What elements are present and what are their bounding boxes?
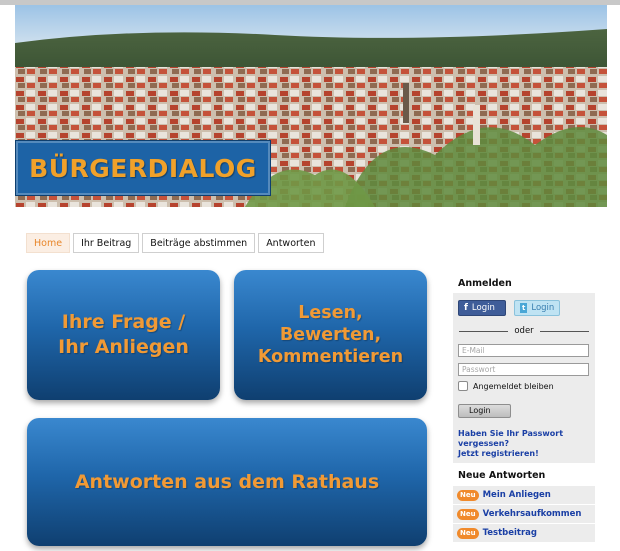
- answer-link[interactable]: Verkehrsaufkommen: [483, 509, 582, 519]
- tab-home[interactable]: Home: [26, 233, 71, 253]
- login-panel: f Login t Login oder Angemeldet bleiben …: [453, 293, 595, 463]
- ask-question-tile[interactable]: Ihre Frage / Ihr Anliegen: [27, 270, 220, 400]
- new-badge: Neu: [457, 527, 479, 539]
- account-links: Haben Sie Ihr Passwort vergessen? Jetzt …: [458, 429, 570, 459]
- answer-link[interactable]: Mein Anliegen: [483, 490, 551, 500]
- read-rate-comment-label: Lesen, Bewerten, Kommentieren: [257, 303, 404, 367]
- facebook-login-label: Login: [471, 302, 495, 313]
- twitter-login-label: Login: [531, 302, 555, 313]
- tab-ihr-beitrag[interactable]: Ihr Beitrag: [73, 233, 140, 253]
- site-title: BÜRGERDIALOG: [29, 153, 257, 183]
- list-item[interactable]: Neu Testbeitrag: [453, 524, 595, 543]
- tab-beitraege-abstimmen[interactable]: Beiträge abstimmen: [142, 233, 256, 253]
- answer-link[interactable]: Testbeitrag: [483, 528, 537, 538]
- new-badge: Neu: [457, 508, 479, 520]
- remember-me[interactable]: Angemeldet bleiben: [458, 381, 554, 391]
- login-button[interactable]: Login: [458, 404, 511, 418]
- forgot-password-link[interactable]: Haben Sie Ihr Passwort vergessen?: [458, 429, 570, 449]
- read-rate-comment-tile[interactable]: Lesen, Bewerten, Kommentieren: [234, 270, 427, 400]
- city-answers-tile[interactable]: Antworten aus dem Rathaus: [27, 418, 427, 546]
- divider-line-left: [459, 330, 509, 332]
- tab-antworten[interactable]: Antworten: [258, 233, 324, 253]
- new-answers-heading: Neue Antworten: [458, 470, 546, 481]
- register-link[interactable]: Jetzt registrieren!: [458, 449, 570, 459]
- facebook-icon: f: [464, 302, 468, 313]
- list-item[interactable]: Neu Mein Anliegen: [453, 486, 595, 505]
- twitter-login-button[interactable]: t Login: [514, 300, 560, 316]
- ask-question-label: Ihre Frage / Ihr Anliegen: [58, 311, 189, 358]
- main-tabs: Home Ihr Beitrag Beiträge abstimmen Antw…: [26, 233, 324, 253]
- list-item[interactable]: Neu Verkehrsaufkommen: [453, 505, 595, 524]
- facebook-login-button[interactable]: f Login: [458, 300, 506, 316]
- email-field[interactable]: [458, 344, 589, 357]
- or-divider: oder: [459, 326, 590, 336]
- remember-me-checkbox[interactable]: [458, 381, 468, 391]
- city-answers-label: Antworten aus dem Rathaus: [74, 471, 380, 493]
- twitter-icon: t: [520, 303, 528, 313]
- or-label: oder: [514, 326, 534, 336]
- divider-line-right: [539, 330, 590, 332]
- password-field[interactable]: [458, 363, 589, 376]
- login-heading: Anmelden: [458, 278, 512, 289]
- remember-me-label: Angemeldet bleiben: [473, 381, 554, 391]
- new-badge: Neu: [457, 489, 479, 501]
- site-logo-bürgerdialog[interactable]: BÜRGERDIALOG: [15, 140, 271, 196]
- new-answers-list: Neu Mein Anliegen Neu Verkehrsaufkommen …: [453, 486, 595, 543]
